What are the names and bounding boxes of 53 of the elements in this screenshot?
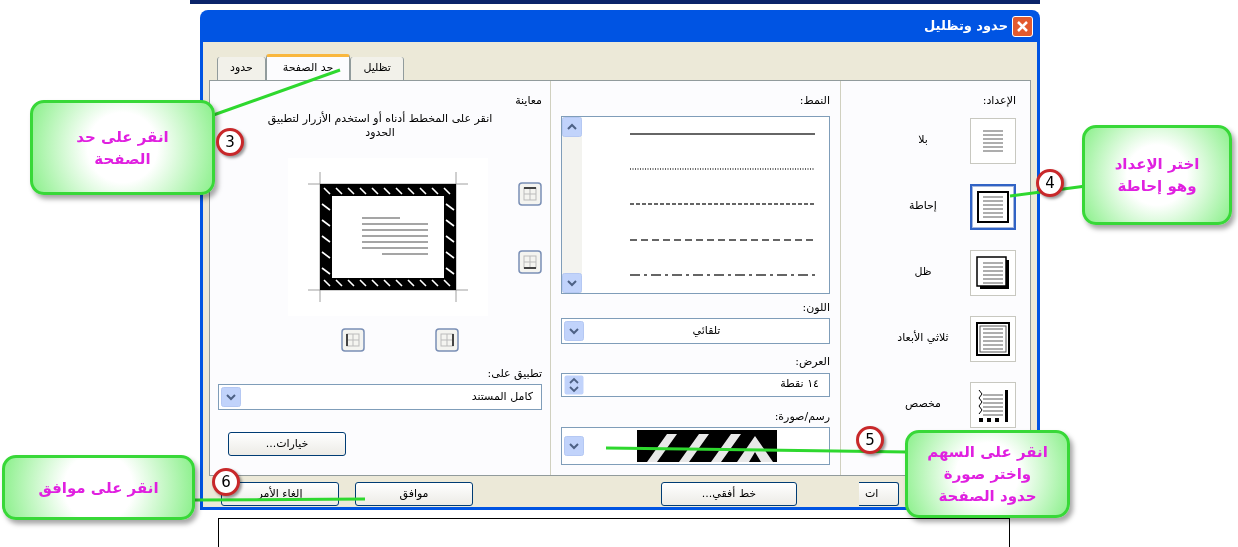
callout-text: انقر على موافق xyxy=(38,477,159,499)
options-button[interactable]: خيارات... xyxy=(228,432,346,456)
line-style-option[interactable] xyxy=(630,132,815,137)
setting-option[interactable] xyxy=(970,183,1016,230)
field-label: تطبيق على: xyxy=(486,365,542,382)
border-side-button[interactable] xyxy=(341,327,365,352)
spin-arrows-icon[interactable] xyxy=(564,374,584,395)
close-button[interactable] xyxy=(1012,15,1033,37)
line-style-option[interactable] xyxy=(630,167,815,172)
field-label: رسم/صورة: xyxy=(773,408,830,425)
section-label: معاينة xyxy=(514,93,542,109)
line-style-option[interactable] xyxy=(630,237,815,242)
field-label: اللون: xyxy=(801,299,830,316)
line-style-option[interactable] xyxy=(630,272,815,277)
section-label: الإعداد: xyxy=(981,93,1016,109)
field-label: العرض: xyxy=(794,354,830,370)
toolbar-button[interactable]: ات xyxy=(859,482,899,506)
tab[interactable]: حدود xyxy=(217,57,266,80)
tab[interactable]: تظليل xyxy=(350,57,404,80)
line-style-list[interactable] xyxy=(561,115,830,294)
callout-text: واختر صورة xyxy=(943,464,1032,485)
section-label: النمط: xyxy=(798,93,830,109)
scroll-up-icon[interactable] xyxy=(562,116,582,137)
ok-button[interactable]: موافق xyxy=(355,482,473,506)
line-style-option[interactable] xyxy=(630,202,815,207)
color-dropdown[interactable]: تلقائي xyxy=(561,318,830,344)
callout-text: اختر الإعداد xyxy=(1114,154,1200,175)
scrollbar[interactable] xyxy=(562,116,582,293)
setting-label: إحاطة xyxy=(908,198,938,215)
setting-option[interactable] xyxy=(970,381,1016,428)
close-icon xyxy=(1016,19,1029,33)
window-title: حدود وتظليل xyxy=(924,17,1008,36)
width-spinner[interactable]: ١٤ نقطة xyxy=(561,372,830,397)
callout-text: انقر على حد xyxy=(76,126,169,148)
apply-to-dropdown[interactable]: كامل المستند xyxy=(218,384,542,410)
setting-label: مخصص xyxy=(904,396,942,413)
setting-option[interactable] xyxy=(970,249,1016,296)
preview-hint: انقر على المخطط أدناه أو استخدم الأزرار لتطبيق الحدود xyxy=(266,111,494,140)
art-dropdown[interactable] xyxy=(561,427,830,465)
callout-text: حدود الصفحة xyxy=(938,486,1037,507)
border-side-button[interactable] xyxy=(518,249,542,274)
setting-label: ظل xyxy=(913,264,933,281)
callout-text: انقر على السهم xyxy=(927,442,1048,463)
callout-text: الصفحة xyxy=(94,148,151,170)
border-side-button[interactable] xyxy=(435,327,459,352)
border-side-button[interactable] xyxy=(518,181,542,206)
horizontal-line-button[interactable]: خط أفقي... xyxy=(661,482,797,506)
setting-label: بلا xyxy=(917,132,929,149)
setting-option[interactable] xyxy=(970,315,1016,362)
step-number: 4 xyxy=(1036,169,1064,197)
tab[interactable]: حد الصفحة xyxy=(265,54,351,80)
setting-label: ثلاثي الأبعاد xyxy=(896,330,950,347)
callout-text: وهو إحاطة xyxy=(1117,176,1197,197)
